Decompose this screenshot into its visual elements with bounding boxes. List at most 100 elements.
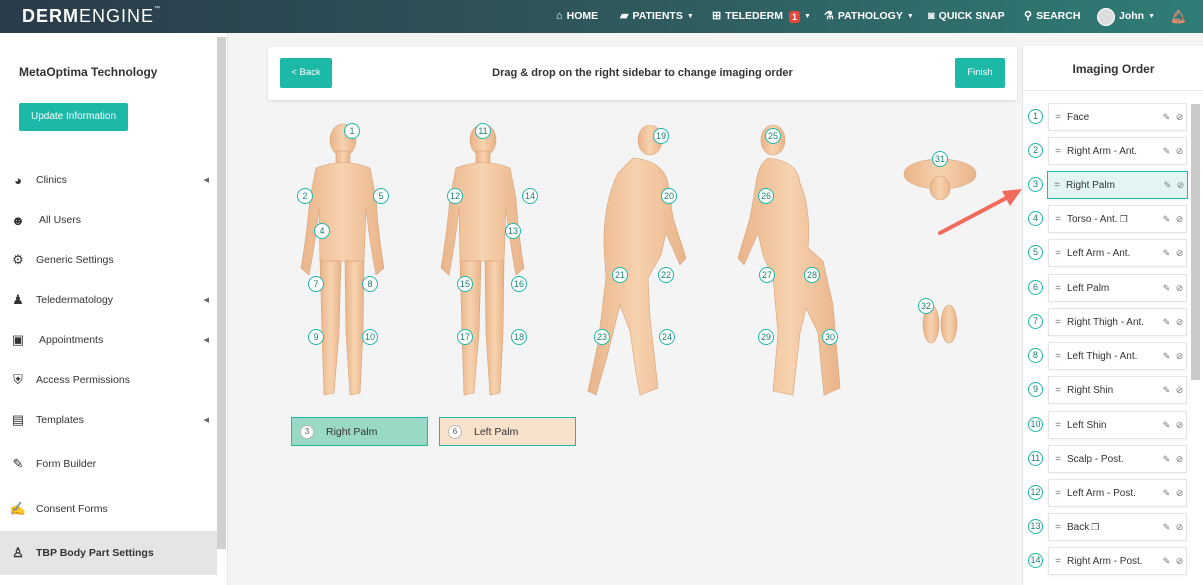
hide-icon[interactable]: ⊘ [1173,488,1186,499]
drag-handle-icon[interactable]: = [1049,454,1067,465]
imaging-order-item[interactable]: 7 = Right Thigh - Ant. ✎ ⊘ [1023,305,1191,339]
drag-handle-icon[interactable]: = [1049,556,1067,567]
hide-icon[interactable]: ⊘ [1173,420,1186,431]
sidebar-item-teledermatology[interactable]: ♟ Teledermatology ◀ [0,280,217,320]
imaging-order-item[interactable]: 5 = Left Arm - Ant. ✎ ⊘ [1023,236,1191,270]
region-marker[interactable]: 2 [297,188,313,204]
region-marker[interactable]: 27 [759,267,775,283]
selected-region-left-palm[interactable]: 6 Left Palm [439,417,576,446]
body-front-figure[interactable] [300,123,385,396]
region-marker[interactable]: 11 [475,123,491,139]
imaging-order-scrollbar[interactable] [1191,104,1200,380]
imaging-order-item[interactable]: 10 = Left Shin ✎ ⊘ [1023,408,1191,442]
edit-icon[interactable]: ✎ [1160,556,1173,567]
drag-handle-icon[interactable]: = [1049,214,1067,225]
imaging-order-item[interactable]: 12 = Left Arm - Post. ✎ ⊘ [1023,476,1191,510]
edit-icon[interactable]: ✎ [1160,522,1173,533]
imaging-order-item[interactable]: 1 = Face ✎ ⊘ [1023,100,1191,134]
imaging-order-item[interactable]: 8 = Left Thigh - Ant. ✎ ⊘ [1023,339,1191,373]
sidebar-item-form-builder[interactable]: ✎ Form Builder [0,444,217,484]
edit-icon[interactable]: ✎ [1160,146,1173,157]
dermengine-logo[interactable]: DERMENGINE™ [22,6,161,27]
imaging-order-item[interactable]: 3 = Right Palm ✎ ⊘ [1023,168,1191,202]
region-marker[interactable]: 7 [308,276,324,292]
hide-icon[interactable]: ⊘ [1173,112,1186,123]
sidebar-item-templates[interactable]: ▤ Templates ◀ [0,400,217,440]
drag-handle-icon[interactable]: = [1049,420,1067,431]
drag-handle-icon[interactable]: = [1049,283,1067,294]
region-marker[interactable]: 8 [362,276,378,292]
drag-handle-icon[interactable]: = [1049,488,1067,499]
region-marker[interactable]: 22 [658,267,674,283]
drag-handle-icon[interactable]: = [1049,146,1067,157]
region-marker[interactable]: 30 [822,329,838,345]
imaging-order-item[interactable]: 4 = Torso - Ant. ❐ ✎ ⊘ [1023,202,1191,236]
drag-handle-icon[interactable]: = [1049,351,1067,362]
region-marker[interactable]: 4 [314,223,330,239]
region-marker[interactable]: 15 [457,276,473,292]
edit-icon[interactable]: ✎ [1160,317,1173,328]
edit-icon[interactable]: ✎ [1160,488,1173,499]
imaging-order-item[interactable]: 13 = Back ❐ ✎ ⊘ [1023,510,1191,544]
body-right-side-figure[interactable] [587,124,687,396]
edit-icon[interactable]: ✎ [1160,283,1173,294]
edit-icon[interactable]: ✎ [1160,214,1173,225]
region-marker[interactable]: 18 [511,329,527,345]
edit-icon[interactable]: ✎ [1160,385,1173,396]
region-marker[interactable]: 29 [758,329,774,345]
hide-icon[interactable]: ⊘ [1173,146,1186,157]
imaging-order-item[interactable]: 11 = Scalp - Post. ✎ ⊘ [1023,442,1191,476]
body-left-side-figure[interactable] [737,124,841,396]
nav-search[interactable]: ⚲ SEARCH [1024,0,1080,33]
hide-icon[interactable]: ⊘ [1174,180,1187,191]
region-marker[interactable]: 10 [362,329,378,345]
edit-icon[interactable]: ✎ [1160,351,1173,362]
body-map[interactable] [228,33,1022,433]
region-marker[interactable]: 12 [447,188,463,204]
region-marker[interactable]: 9 [308,329,324,345]
drag-handle-icon[interactable]: = [1049,112,1067,123]
region-marker[interactable]: 24 [659,329,675,345]
sidebar-item-tbp-body-part-settings[interactable]: ♙ TBP Body Part Settings [0,531,217,575]
region-marker[interactable]: 31 [932,151,948,167]
edit-icon[interactable]: ✎ [1161,180,1174,191]
user-menu[interactable]: John ▼ [1097,0,1155,33]
nav-patients[interactable]: ▰ PATIENTS ▼ [620,0,694,33]
region-marker[interactable]: 19 [653,128,669,144]
hide-icon[interactable]: ⊘ [1173,556,1186,567]
edit-icon[interactable]: ✎ [1160,420,1173,431]
region-marker[interactable]: 5 [373,188,389,204]
region-marker[interactable]: 17 [457,329,473,345]
bell-icon[interactable]: 🔔︎ [1170,0,1187,33]
hide-icon[interactable]: ⊘ [1173,248,1186,259]
hide-icon[interactable]: ⊘ [1173,522,1186,533]
update-information-button[interactable]: Update Information [19,103,128,131]
region-marker[interactable]: 32 [918,298,934,314]
edit-icon[interactable]: ✎ [1160,454,1173,465]
region-marker[interactable]: 14 [522,188,538,204]
edit-icon[interactable]: ✎ [1160,248,1173,259]
drag-handle-icon[interactable]: = [1049,248,1067,259]
hide-icon[interactable]: ⊘ [1173,214,1186,225]
body-back-figure[interactable] [440,123,525,396]
hide-icon[interactable]: ⊘ [1173,351,1186,362]
region-marker[interactable]: 13 [505,223,521,239]
region-marker[interactable]: 23 [594,329,610,345]
hide-icon[interactable]: ⊘ [1173,283,1186,294]
imaging-order-item[interactable]: 2 = Right Arm - Ant. ✎ ⊘ [1023,134,1191,168]
region-marker[interactable]: 16 [511,276,527,292]
imaging-order-item[interactable]: 14 = Right Arm - Post. ✎ ⊘ [1023,544,1191,578]
nav-telederm[interactable]: ⊞ TELEDERM 1 ▼ [712,0,811,33]
region-marker[interactable]: 28 [804,267,820,283]
sidebar-item-clinics[interactable]: ◕ Clinics ◀ [0,160,217,200]
region-marker[interactable]: 20 [661,188,677,204]
imaging-order-item[interactable]: 9 = Right Shin ✎ ⊘ [1023,373,1191,407]
sidebar-item-appointments[interactable]: ▣ Appointments ◀ [0,320,217,360]
drag-handle-icon[interactable]: = [1048,180,1066,191]
sidebar-item-all-users[interactable]: ☻ All Users [0,200,217,240]
region-marker[interactable]: 21 [612,267,628,283]
selected-region-right-palm[interactable]: 3 Right Palm [291,417,428,446]
region-marker[interactable]: 25 [765,128,781,144]
hide-icon[interactable]: ⊘ [1173,317,1186,328]
sidebar-item-consent-forms[interactable]: ✍ Consent Forms [0,489,217,529]
